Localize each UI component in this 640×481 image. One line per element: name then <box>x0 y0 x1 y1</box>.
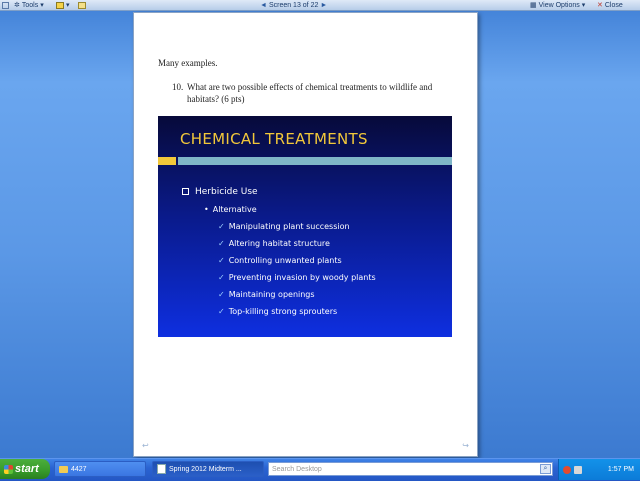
slide-item-text: Altering habitat structure <box>228 239 330 248</box>
view-options-menu[interactable]: ▦ View Options ▾ <box>530 0 585 10</box>
slide-checklist-item: ✓ Preventing invasion by woody plants <box>218 273 376 282</box>
tools-label: Tools <box>21 1 39 9</box>
slide-item-text: Manipulating plant succession <box>228 222 350 231</box>
taskbar-button-document[interactable]: Spring 2012 Midterm ... <box>152 461 264 477</box>
previous-screen-arrow-icon[interactable]: ◄ <box>260 1 267 10</box>
windows-taskbar: start 4427 Spring 2012 Midterm ... Searc… <box>0 458 640 481</box>
slide-checklist-item: ✓ Altering habitat structure <box>218 239 330 248</box>
slide-item-text: Controlling unwanted plants <box>228 256 342 265</box>
tools-icon: ✲ <box>14 1 20 9</box>
windows-flag-icon <box>4 464 13 474</box>
tray-app-icon[interactable] <box>563 465 571 474</box>
slide-accent-bar <box>158 157 176 165</box>
check-icon: ✓ <box>218 239 225 248</box>
document-page[interactable]: Many examples. 10. What are two possible… <box>133 12 478 457</box>
highlight-button[interactable]: ▾ <box>56 0 70 10</box>
close-icon: ✕ <box>597 1 603 9</box>
slide-divider-bar <box>178 157 452 165</box>
view-options-icon: ▦ <box>530 1 537 9</box>
network-icon[interactable] <box>574 465 582 474</box>
dot-bullet-icon: • <box>204 205 209 214</box>
taskbar-button-label: 4427 <box>71 465 87 473</box>
slide-checklist-item: ✓ Manipulating plant succession <box>218 222 350 231</box>
previous-page-corner-icon[interactable]: ↩ <box>142 441 149 450</box>
slide-item-text: Maintaining openings <box>228 290 315 299</box>
slide-checklist-item: ✓ Top-killing strong sprouters <box>218 307 337 316</box>
check-icon: ✓ <box>218 307 225 316</box>
embedded-slide-image: CHEMICAL TREATMENTS Herbicide Use • Alter… <box>158 116 452 337</box>
highlight-icon <box>56 1 64 9</box>
slide-bullet-text: Alternative <box>212 205 257 214</box>
slide-title: CHEMICAL TREATMENTS <box>180 130 368 148</box>
check-icon: ✓ <box>218 273 225 282</box>
system-tray: 1:57 PM <box>558 459 640 480</box>
copy-button[interactable] <box>2 0 9 10</box>
screen-navigator: ◄ Screen 13 of 22 ► <box>260 0 327 10</box>
check-icon: ✓ <box>218 290 225 299</box>
taskbar-button-label: Spring 2012 Midterm ... <box>169 465 242 473</box>
next-screen-arrow-icon[interactable]: ► <box>320 1 327 10</box>
chevron-down-icon: ▾ <box>66 1 70 9</box>
comment-icon <box>78 1 86 9</box>
desktop-search-input[interactable]: Search Desktop ⌕ <box>268 462 553 476</box>
slide-bullet-text: Herbicide Use <box>195 187 258 197</box>
start-label: start <box>15 463 39 475</box>
slide-checklist-item: ✓ Maintaining openings <box>218 290 315 299</box>
slide-bullet-level1: Herbicide Use <box>182 187 258 197</box>
clock[interactable]: 1:57 PM <box>608 466 634 473</box>
chevron-down-icon: ▾ <box>581 1 586 9</box>
close-label: Close <box>604 1 623 9</box>
next-page-corner-icon[interactable]: ↪ <box>462 441 469 450</box>
search-icon[interactable]: ⌕ <box>540 464 551 474</box>
comment-button[interactable] <box>78 0 86 10</box>
close-button[interactable]: ✕ Close <box>597 0 623 10</box>
start-button[interactable]: start <box>0 459 50 479</box>
document-icon <box>157 464 166 474</box>
folder-icon <box>59 465 68 473</box>
reading-toolbar: ✲ Tools ▾ ▾ ◄ Screen 13 of 22 ► ▦ View O… <box>0 0 640 11</box>
check-icon: ✓ <box>218 256 225 265</box>
search-placeholder: Search Desktop <box>272 465 322 473</box>
taskbar-button-folder[interactable]: 4427 <box>54 461 146 477</box>
chevron-down-icon: ▾ <box>40 1 44 9</box>
check-icon: ✓ <box>218 222 225 231</box>
body-text: Many examples. <box>158 58 218 68</box>
question-text: What are two possible effects of chemica… <box>187 82 433 104</box>
copy-icon <box>2 1 9 9</box>
square-bullet-icon <box>182 188 189 195</box>
question-number: 10. <box>172 82 184 92</box>
tools-menu[interactable]: ✲ Tools ▾ <box>14 0 44 10</box>
view-options-label: View Options <box>538 1 580 9</box>
slide-bullet-level2: • Alternative <box>204 205 257 214</box>
slide-item-text: Top-killing strong sprouters <box>228 307 338 316</box>
slide-checklist-item: ✓ Controlling unwanted plants <box>218 256 342 265</box>
screen-indicator[interactable]: Screen 13 of 22 <box>269 1 318 10</box>
slide-item-text: Preventing invasion by woody plants <box>228 273 376 282</box>
